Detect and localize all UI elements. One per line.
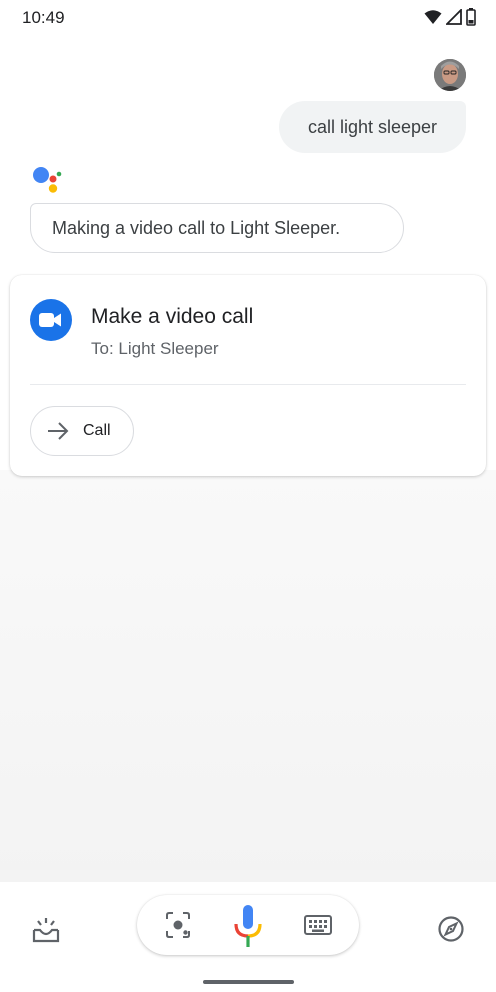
avatar-photo [434, 59, 466, 91]
lens-icon[interactable] [165, 911, 191, 939]
home-indicator[interactable] [203, 980, 294, 984]
card-subtitle: To: Light Sleeper [91, 339, 219, 358]
battery-icon [466, 8, 476, 26]
signal-icon [446, 9, 462, 25]
mic-icon[interactable] [233, 905, 263, 947]
background-area [0, 470, 496, 882]
google-assistant-logo-icon [33, 167, 62, 193]
keyboard-icon[interactable] [304, 913, 332, 937]
wifi-icon [424, 10, 442, 24]
user-query-text: call light sleeper [307, 116, 438, 137]
user-query-bubble: call light sleeper [279, 101, 466, 153]
call-button[interactable]: Call [30, 406, 134, 456]
compass-icon[interactable] [436, 914, 466, 944]
updates-tray-icon[interactable] [31, 914, 61, 944]
user-avatar[interactable] [434, 59, 466, 91]
arrow-right-icon [48, 422, 69, 440]
assistant-response-bubble: Making a video call to Light Sleeper. [30, 203, 404, 253]
status-bar: 10:49 [0, 0, 496, 34]
video-call-card: Make a video call To: Light Sleeper Call [10, 275, 486, 476]
call-button-label: Call [83, 422, 111, 439]
input-pill [137, 895, 359, 955]
bottom-bar [0, 882, 496, 992]
video-camera-icon [30, 299, 72, 341]
assistant-response-text: Making a video call to Light Sleeper. [52, 217, 341, 238]
card-title: Make a video call [91, 305, 254, 328]
card-divider [30, 384, 466, 385]
status-time: 10:49 [22, 8, 65, 27]
status-icons [424, 8, 476, 26]
